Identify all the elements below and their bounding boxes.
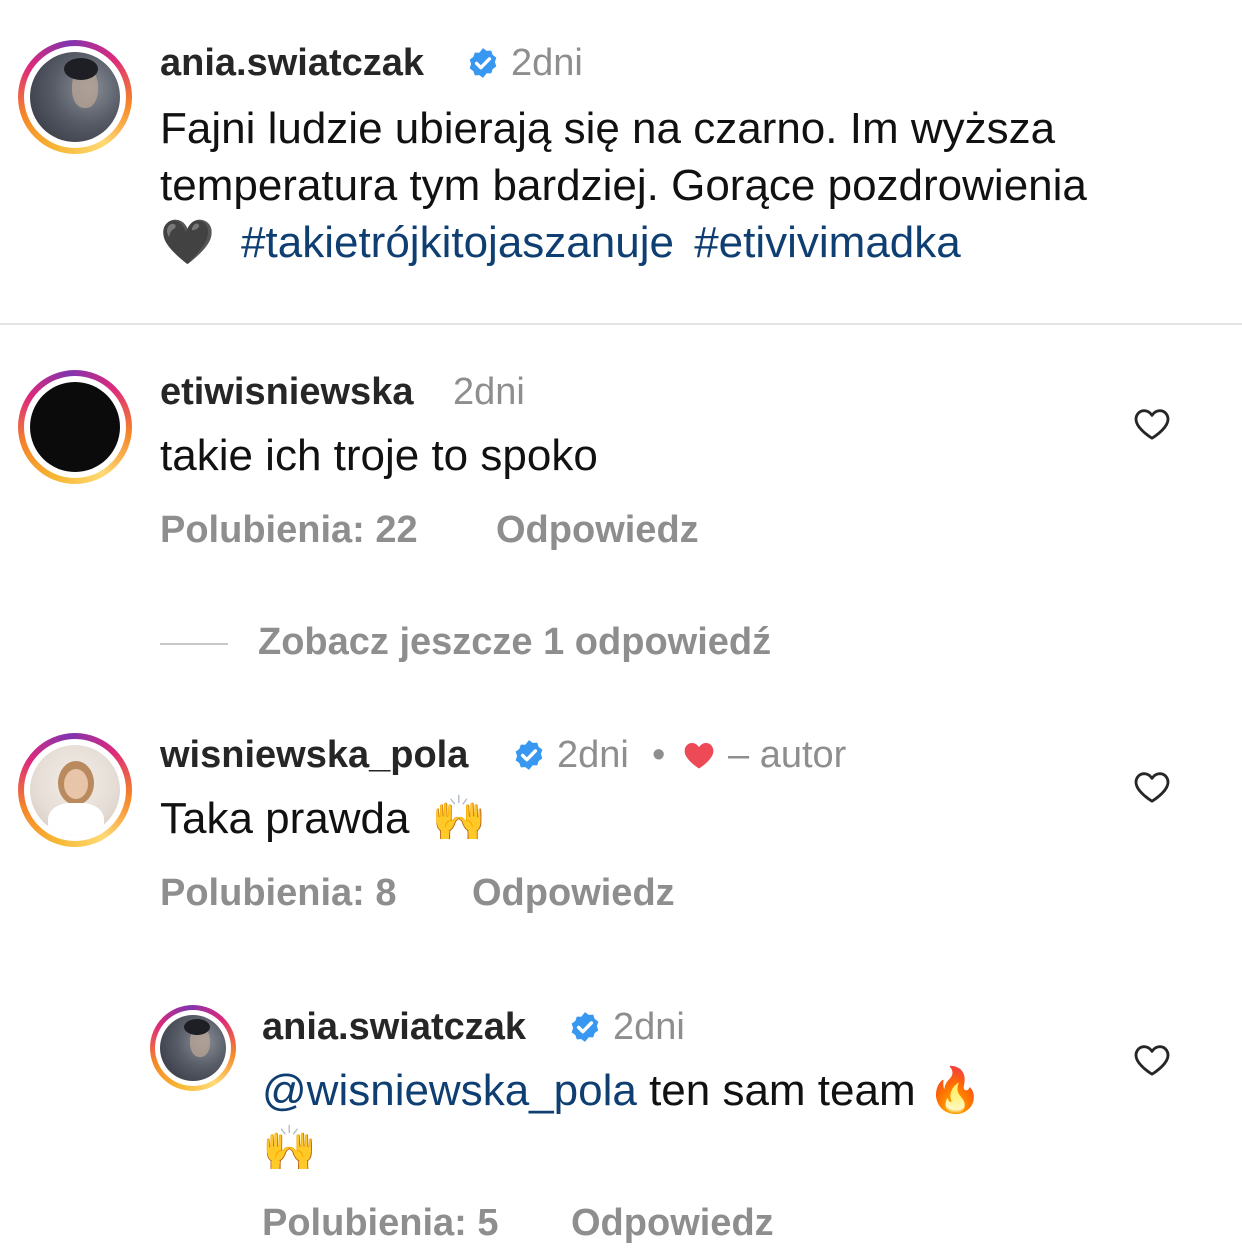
comment-2-reply-button[interactable]: Odpowiedz (472, 872, 675, 915)
heart-filled-icon (684, 743, 714, 769)
comment-1-text: takie ich troje to spoko (160, 431, 598, 480)
fire-emoji: 🔥 (927, 1066, 983, 1115)
black-heart-emoji: 🖤 (160, 218, 215, 267)
view-replies-button[interactable]: Zobacz jeszcze 1 odpowiedź (258, 621, 771, 664)
heart-outline-icon[interactable] (1132, 1040, 1172, 1080)
reply-text-line-1: @wisniewska_pola ten sam team 🔥 (262, 1062, 983, 1119)
comment-2-separator: • (652, 734, 666, 776)
comment-2-text: Taka prawda 🙌 (160, 790, 487, 847)
comment-2-text-content: Taka prawda (160, 794, 410, 843)
comment-2-author-label: – autor (728, 734, 847, 776)
reply-time: 2dni (613, 1006, 685, 1048)
reply-mention-link[interactable]: @wisniewska_pola (262, 1066, 637, 1115)
reply-text-content: ten sam team (636, 1066, 928, 1115)
reply-likes[interactable]: Polubienia: 5 (262, 1202, 498, 1245)
comment-1-username[interactable]: etiwisniewska (160, 371, 413, 414)
caption-line-1: Fajni ludzie ubierają się na czarno. Im … (160, 104, 1056, 153)
raised-hands-emoji: 🙌 (431, 794, 487, 843)
caption-username[interactable]: ania.swiatczak (160, 42, 424, 85)
verified-badge-icon (571, 1012, 599, 1042)
comment-1-time: 2dni (453, 371, 525, 413)
reply-reply-button[interactable]: Odpowiedz (571, 1202, 774, 1245)
hashtag-link-1[interactable]: #takietrójkitojaszanuje (241, 218, 674, 267)
verified-badge-icon (469, 48, 497, 78)
reply-text-line-2: 🙌 (262, 1120, 317, 1177)
heart-outline-icon[interactable] (1132, 404, 1172, 444)
verified-badge-icon (515, 740, 543, 770)
caption-line-3: 🖤 #takietrójkitojaszanuje #etivivimadka (160, 214, 961, 271)
comment-2-time: 2dni (557, 734, 629, 776)
view-replies-line (160, 643, 228, 645)
heart-outline-icon[interactable] (1132, 767, 1172, 807)
comment-1-reply-button[interactable]: Odpowiedz (496, 509, 699, 552)
caption-line-2: temperatura tym bardziej. Gorące pozdrow… (160, 161, 1087, 210)
hashtag-link-2[interactable]: #etivivimadka (694, 218, 961, 267)
reply-username[interactable]: ania.swiatczak (262, 1006, 526, 1049)
caption-time: 2dni (511, 42, 583, 84)
comment-2-likes[interactable]: Polubienia: 8 (160, 872, 396, 915)
caption-divider (0, 323, 1242, 325)
comment-1-likes[interactable]: Polubienia: 22 (160, 509, 418, 552)
comment-2-username[interactable]: wisniewska_pola (160, 734, 468, 777)
raised-hands-emoji: 🙌 (262, 1124, 317, 1173)
